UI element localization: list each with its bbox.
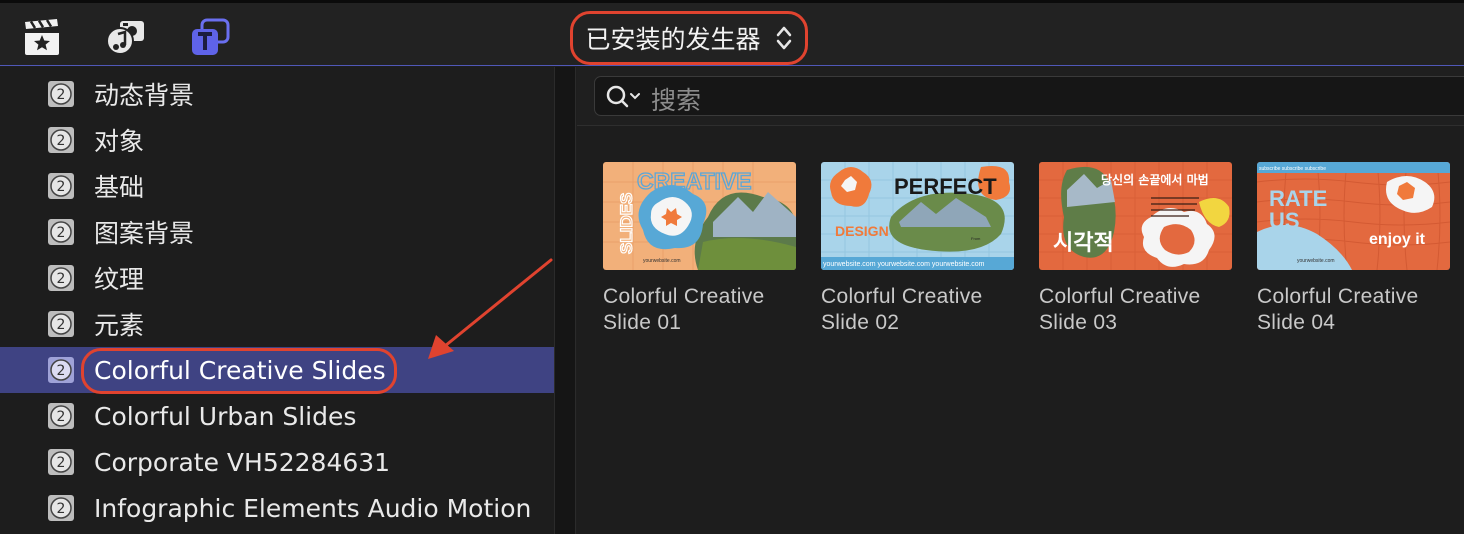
- generator-tile[interactable]: CREATIVE SLIDES yourwebsite.com Colorful…: [603, 162, 796, 336]
- thumbnail: PERFECT DESIGN yourwebsite.com yourwebsi…: [821, 162, 1014, 270]
- svg-text:2: 2: [57, 455, 66, 471]
- sidebar-item-label: 基础: [94, 173, 145, 202]
- sidebar-item-pattern-backgrounds[interactable]: 2 图案背景: [0, 209, 554, 255]
- tile-name: Colorful Creative Slide 01: [603, 285, 765, 334]
- sidebar-item-colorful-urban-slides[interactable]: 2 Colorful Urban Slides: [0, 393, 554, 439]
- generator-category-icon: 2: [47, 172, 75, 200]
- tile-name: Colorful Creative Slide 04: [1257, 285, 1419, 334]
- svg-text:yourwebsite.com: yourwebsite.com: [643, 258, 681, 264]
- generators-popup[interactable]: 已安装的发生器: [570, 11, 808, 65]
- clapper-star-icon[interactable]: [22, 17, 62, 57]
- sidebar-item-dynamic-backgrounds[interactable]: 2 动态背景: [0, 71, 554, 117]
- sidebar: 2 动态背景 2 对象 2 基础 2 图案背景 2 纹理 2 元素 2 Colo…: [0, 67, 554, 534]
- sidebar-item-colorful-creative-slides[interactable]: 2 Colorful Creative Slides: [0, 347, 554, 393]
- svg-text:2: 2: [57, 363, 66, 379]
- sidebar-item-label: Colorful Creative Slides: [94, 355, 386, 385]
- svg-text:yourwebsite.com: yourwebsite.com: [1297, 258, 1335, 264]
- generator-category-icon: 2: [47, 402, 75, 430]
- svg-text:2: 2: [57, 225, 66, 241]
- generator-category-icon: 2: [47, 218, 75, 246]
- thumbnail: CREATIVE SLIDES yourwebsite.com: [603, 162, 796, 270]
- sidebar-item-label: 元素: [94, 311, 145, 340]
- sidebar-item-label: 动态背景: [94, 81, 195, 110]
- photos-music-icon[interactable]: [106, 17, 146, 57]
- generator-category-icon: 2: [47, 264, 75, 292]
- generator-category-icon: 2: [47, 356, 75, 384]
- svg-text:subscribe subscribe: subscribe subscribe subscribe: [1259, 166, 1326, 172]
- svg-text:DESIGN: DESIGN: [835, 223, 889, 239]
- generator-category-icon: 2: [47, 494, 75, 522]
- search-icon: [606, 85, 640, 108]
- generator-browser: 搜索 CREATIVE SLIDES yourwebsite.com Color…: [577, 67, 1464, 534]
- sidebar-item-objects[interactable]: 2 对象: [0, 117, 554, 163]
- svg-text:CREATIVE: CREATIVE: [637, 168, 752, 194]
- toolbar: 已安装的发生器: [0, 0, 1464, 66]
- sidebar-item-label: Colorful Urban Slides: [94, 401, 357, 431]
- up-down-chevron-icon: [776, 26, 791, 50]
- sidebar-item-label: Corporate VH52284631: [94, 447, 391, 477]
- sidebar-item-label: Infographic Elements Audio Motion: [94, 493, 532, 523]
- sidebar-item-corporate[interactable]: 2 Corporate VH52284631: [0, 439, 554, 485]
- svg-text:2: 2: [57, 317, 66, 333]
- svg-text:2: 2: [57, 179, 66, 195]
- generator-category-icon: 2: [47, 80, 75, 108]
- sidebar-item-infographic-elements[interactable]: 2 Infographic Elements Audio Motion: [0, 485, 554, 531]
- svg-text:enjoy it: enjoy it: [1369, 231, 1426, 248]
- svg-text:PERFECT: PERFECT: [894, 174, 997, 199]
- generator-tile[interactable]: PERFECT DESIGN yourwebsite.com yourwebsi…: [821, 162, 1014, 336]
- thumbnail: 당신의 손끝에서 마법 시각적: [1039, 162, 1232, 270]
- search-bar: 搜索: [577, 67, 1464, 126]
- search-placeholder: 搜索: [651, 86, 702, 115]
- svg-text:2: 2: [57, 501, 66, 517]
- generator-category-icon: 2: [47, 448, 75, 476]
- popup-label: 已安装的发生器: [585, 25, 761, 54]
- tile-name: Colorful Creative Slide 02: [821, 285, 983, 334]
- svg-text:US: US: [1269, 208, 1300, 233]
- search-input[interactable]: 搜索: [594, 76, 1464, 116]
- svg-text:From: From: [971, 236, 981, 241]
- svg-text:2: 2: [57, 87, 66, 103]
- svg-text:2: 2: [57, 133, 66, 149]
- generator-category-icon: 2: [47, 126, 75, 154]
- svg-text:2: 2: [57, 271, 66, 287]
- pane-divider[interactable]: [554, 67, 576, 534]
- tile-name: Colorful Creative Slide 03: [1039, 285, 1201, 334]
- svg-text:yourwebsite.com yourwebsite.: yourwebsite.com yourwebsite.com yourwebs…: [823, 261, 985, 268]
- generator-tile[interactable]: 당신의 손끝에서 마법 시각적 Colorful Creative Slide …: [1039, 162, 1232, 336]
- generator-tile[interactable]: subscribe subscribe subscribe RATE US en…: [1257, 162, 1450, 336]
- sidebar-item-basics[interactable]: 2 基础: [0, 163, 554, 209]
- sidebar-item-label: 对象: [94, 127, 145, 156]
- generator-category-icon: 2: [47, 310, 75, 338]
- sidebar-item-elements[interactable]: 2 元素: [0, 301, 554, 347]
- svg-text:시각적: 시각적: [1053, 231, 1114, 256]
- svg-text:SLIDES: SLIDES: [617, 193, 636, 254]
- svg-text:당신의 손끝에서 마법: 당신의 손끝에서 마법: [1101, 172, 1209, 187]
- sidebar-item-label: 纹理: [94, 265, 145, 294]
- titles-generators-icon[interactable]: [190, 17, 230, 57]
- sidebar-item-label: 图案背景: [94, 219, 195, 248]
- thumbnail: subscribe subscribe subscribe RATE US en…: [1257, 162, 1450, 270]
- svg-text:2: 2: [57, 409, 66, 425]
- sidebar-item-textures[interactable]: 2 纹理: [0, 255, 554, 301]
